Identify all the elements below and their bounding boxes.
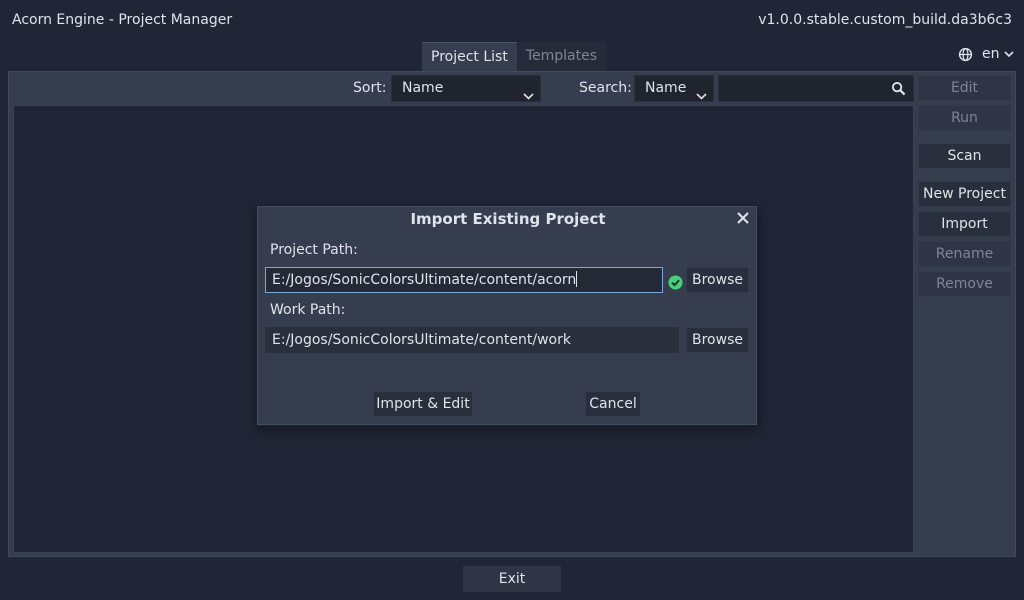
globe-icon xyxy=(958,47,973,62)
search-icon xyxy=(891,81,906,100)
title-bar: Acorn Engine - Project Manager v1.0.0.st… xyxy=(0,0,1024,40)
dialog-title: Import Existing Project xyxy=(410,210,606,228)
language-selector[interactable]: en xyxy=(958,46,1014,62)
remove-button[interactable]: Remove xyxy=(918,271,1011,297)
search-by-select[interactable]: Name xyxy=(634,75,714,102)
search-input[interactable] xyxy=(718,75,914,102)
project-path-label: Project Path: xyxy=(270,242,358,258)
work-path-label: Work Path: xyxy=(270,302,346,318)
cancel-button[interactable]: Cancel xyxy=(585,391,641,417)
search-label: Search: xyxy=(579,80,632,96)
scan-button[interactable]: Scan xyxy=(918,143,1011,169)
sort-label: Sort: xyxy=(353,80,387,96)
search-by-value: Name xyxy=(645,80,687,96)
tab-templates[interactable]: Templates xyxy=(516,42,607,72)
browse-project-path-button[interactable]: Browse xyxy=(686,267,749,293)
new-project-button[interactable]: New Project xyxy=(918,181,1011,207)
sort-select-value: Name xyxy=(402,80,444,96)
language-value: en xyxy=(982,46,1000,62)
sort-select[interactable]: Name xyxy=(391,75,541,102)
rename-button[interactable]: Rename xyxy=(918,241,1011,267)
text-caret xyxy=(576,271,578,287)
work-path-input[interactable]: E:/Jogos/SonicColorsUltimate/content/wor… xyxy=(265,327,679,353)
import-edit-button[interactable]: Import & Edit xyxy=(373,391,473,417)
chevron-down-icon xyxy=(1003,50,1014,58)
close-icon[interactable] xyxy=(736,211,750,225)
work-path-value: E:/Jogos/SonicColorsUltimate/content/wor… xyxy=(272,332,571,348)
project-path-input[interactable]: E:/Jogos/SonicColorsUltimate/content/aco… xyxy=(265,267,663,293)
edit-button[interactable]: Edit xyxy=(918,75,1011,101)
window-title: Acorn Engine - Project Manager xyxy=(12,12,233,28)
exit-button[interactable]: Exit xyxy=(463,566,561,592)
tab-project-list[interactable]: Project List xyxy=(422,42,517,72)
valid-check-icon xyxy=(668,275,683,294)
version-label: v1.0.0.stable.custom_build.da3b6c3 xyxy=(758,12,1012,28)
browse-work-path-button[interactable]: Browse xyxy=(686,327,749,353)
import-project-dialog: Import Existing Project Project Path: E:… xyxy=(256,205,758,426)
import-button[interactable]: Import xyxy=(918,211,1011,237)
project-path-value: E:/Jogos/SonicColorsUltimate/content/aco… xyxy=(272,272,577,288)
main-tabs: Project List Templates xyxy=(422,42,607,72)
run-button[interactable]: Run xyxy=(918,105,1011,131)
